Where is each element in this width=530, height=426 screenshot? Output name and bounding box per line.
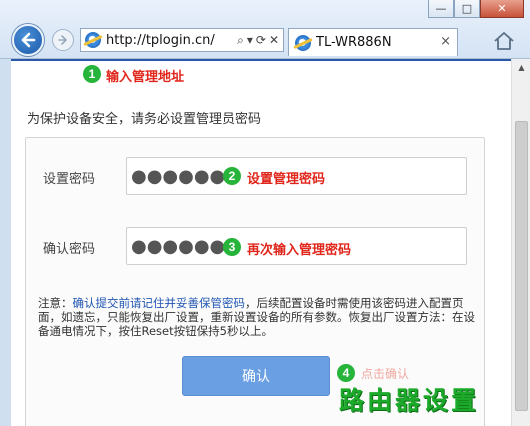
step-2-badge: 2 (223, 167, 241, 185)
tab-close-icon[interactable]: × (440, 34, 451, 49)
vertical-scrollbar[interactable]: ▲ (511, 59, 530, 426)
scroll-up-icon[interactable]: ▲ (512, 59, 530, 76)
home-icon[interactable] (493, 31, 515, 51)
watermark-logo: 路由器设置 (339, 386, 480, 415)
step-1-badge: 1 (83, 65, 101, 83)
page-viewport: 1 输入管理地址 为保护设备安全，请务必设置管理员密码 设置密码 ●●●●●● … (11, 59, 511, 426)
maximize-button[interactable]: □ (454, 0, 480, 18)
stop-icon[interactable]: ✕ (269, 33, 279, 48)
tab-title: TL-WR886N (316, 35, 392, 50)
note-prefix: 注意： (38, 296, 73, 310)
search-dropdown-icon[interactable]: ▾ (247, 33, 253, 48)
page-intro: 为保护设备安全，请务必设置管理员密码 (27, 112, 262, 127)
step-1-note: 输入管理地址 (106, 70, 185, 85)
confirm-password-label: 确认密码 (43, 242, 96, 257)
tab-ie-icon (295, 34, 311, 51)
confirm-password-value[interactable]: ●●●●●● (131, 236, 225, 257)
header-rule (11, 59, 511, 61)
confirm-button[interactable]: 确认 (182, 356, 330, 396)
step-4-badge: 4 (337, 364, 355, 382)
back-button[interactable] (12, 24, 44, 56)
minimize-button[interactable]: — (428, 0, 454, 18)
back-arrow-icon (21, 32, 36, 48)
forward-button[interactable] (52, 29, 74, 51)
window-controls: — □ ✕ (428, 0, 524, 18)
browser-tab[interactable]: TL-WR886N × (288, 28, 458, 56)
search-icon[interactable]: ⌕ (237, 33, 244, 48)
set-password-value[interactable]: ●●●●●● (131, 166, 225, 187)
forward-arrow-icon (58, 35, 68, 45)
step-3-note: 再次输入管理密码 (247, 243, 352, 258)
scrollbar-thumb[interactable] (515, 121, 528, 411)
set-password-label: 设置密码 (43, 172, 96, 187)
close-window-button[interactable]: ✕ (480, 0, 524, 18)
step-2-note: 设置管理密码 (247, 172, 326, 187)
refresh-icon[interactable]: ⟳ (256, 33, 266, 48)
password-warning-note: 注意：确认提交前请记住并妥善保管密码，后续配置设备时需使用该密码进入配置页面，如… (38, 296, 478, 338)
browser-toolbar: — □ ✕ http://tplogin.cn/ ⌕ ▾ ⟳ ✕ TL-WR88… (0, 0, 530, 59)
step-4-faded-note: 点击确认 (361, 367, 410, 381)
note-highlight: 确认提交前请记住并妥善保管密码 (72, 296, 246, 310)
ie-icon (85, 32, 101, 48)
address-url[interactable]: http://tplogin.cn/ (106, 33, 237, 48)
address-bar[interactable]: http://tplogin.cn/ ⌕ ▾ ⟳ ✕ (80, 28, 284, 52)
window-frame-left (0, 59, 11, 426)
step-3-badge: 3 (223, 238, 241, 256)
